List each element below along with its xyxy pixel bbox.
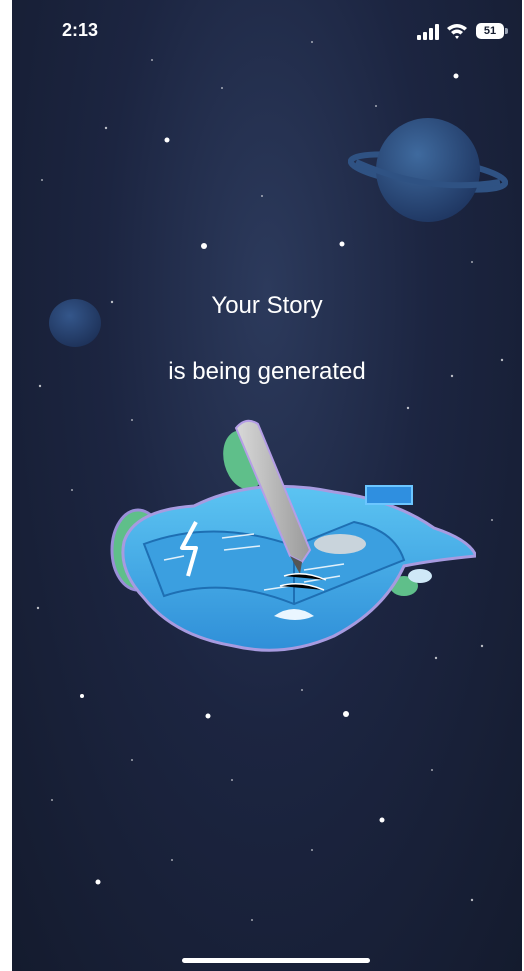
heading-being-generated: is being generated: [168, 358, 366, 385]
battery-level: 51: [476, 23, 504, 39]
wifi-icon: [447, 24, 467, 39]
battery-icon: 51: [476, 23, 508, 39]
ringed-planet-icon: [348, 118, 508, 222]
app-screen: 2:13 51 Your Story is being generated: [12, 0, 522, 971]
status-bar: 2:13 51: [12, 0, 522, 62]
magic-book-pen-illustration: [110, 419, 476, 652]
home-indicator[interactable]: [182, 958, 370, 963]
status-time: 2:13: [62, 20, 99, 40]
signal-icon: [417, 24, 439, 40]
heading-your-story: Your Story: [211, 292, 323, 319]
battery-tip: [505, 28, 508, 34]
